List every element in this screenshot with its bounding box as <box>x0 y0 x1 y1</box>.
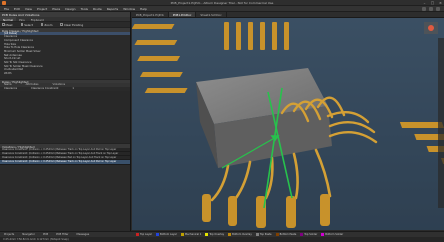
layer-label: Bottom Paste <box>279 232 297 236</box>
menu-window[interactable]: Window <box>123 7 135 11</box>
tab-flipboard[interactable]: Flipboard <box>28 17 47 22</box>
layer-tab[interactable]: Bottom Solder <box>321 232 344 236</box>
layer-tab[interactable]: Top Paste <box>255 232 272 236</box>
panel-tab-pcb[interactable]: PCB <box>39 233 52 236</box>
menu-reports[interactable]: Reports <box>107 7 119 11</box>
rule-violation-count: 1 <box>72 87 75 91</box>
layer-color-swatch <box>205 232 209 236</box>
mask-label: Mask <box>5 22 13 27</box>
layer-label: Top Paste <box>259 232 272 236</box>
view-cube-icon[interactable] <box>424 22 438 34</box>
user-icon[interactable] <box>436 7 440 11</box>
menu-design[interactable]: Design <box>65 7 75 11</box>
pcb-3d-scene <box>132 18 444 230</box>
layer-tab[interactable]: Bottom Overlay <box>228 232 252 236</box>
menu-edit[interactable]: Edit <box>14 7 20 11</box>
layer-tab[interactable]: Top Layer <box>136 232 152 236</box>
window-title: PCB_Project1.PrjPcb - Altium Designer Tr… <box>170 1 274 6</box>
layer-color-swatch <box>300 232 304 236</box>
zoom-label: Zoom <box>44 22 53 27</box>
tab-project[interactable]: PCB_Project1.PrjPcb <box>132 12 169 17</box>
menu-project[interactable]: Project <box>37 7 47 11</box>
layer-label: Mechanical 1 <box>184 232 202 236</box>
tab-schematic[interactable]: Sheet1.SchDoc <box>196 12 227 17</box>
zoom-option[interactable]: Zoom <box>40 22 53 27</box>
layer-label: Bottom Solder <box>325 232 344 236</box>
rules-violations-panel: PCB Rules And Violations Normal Pins Fli… <box>0 12 131 231</box>
menu-place[interactable]: Place <box>52 7 60 11</box>
layer-label: Bottom Layer <box>159 232 177 236</box>
pcb-3d-viewport[interactable] <box>132 18 444 230</box>
layer-label: Top Solder <box>304 232 318 236</box>
menu-file[interactable]: File <box>4 7 9 11</box>
menu-help[interactable]: Help <box>140 7 147 11</box>
panel-tab-pcb-filter[interactable]: PCB Filter <box>52 233 72 236</box>
tab-pcb-document[interactable]: PCB1.PcbDoc <box>168 12 197 17</box>
menu-view[interactable]: View <box>25 7 32 11</box>
rule-name: Clearance <box>4 87 18 91</box>
clear-existing-checkbox[interactable] <box>60 23 63 26</box>
notifications-icon[interactable] <box>429 7 433 11</box>
clear-existing-label: Clear Existing <box>63 22 84 27</box>
panel-tab-messages[interactable]: Messages <box>73 233 94 236</box>
layer-tab[interactable]: Mechanical 1 <box>180 232 202 236</box>
mask-option[interactable]: Mask <box>2 23 13 27</box>
panel-tab-projects[interactable]: Projects <box>0 233 18 236</box>
layer-label: Top Overlay <box>209 232 225 236</box>
panel-tab-navigator[interactable]: Navigator <box>18 233 39 236</box>
tab-pins[interactable]: Pins <box>16 17 28 22</box>
layer-color-swatch <box>255 232 259 236</box>
zoom-checkbox[interactable] <box>40 23 44 26</box>
menu-route[interactable]: Route <box>93 7 102 11</box>
layer-tab[interactable]: Bottom Layer <box>155 232 177 236</box>
coordinate-readout: X:25.4mm Y:50.8mm Grid: 0.127mm (Hotspot… <box>0 237 444 242</box>
layer-label: Top Layer <box>140 232 152 236</box>
mask-checkbox[interactable] <box>2 23 5 26</box>
list-item[interactable]: Width <box>0 72 130 76</box>
tab-normal[interactable]: Normal <box>0 17 17 22</box>
select-option[interactable]: Select <box>20 22 33 27</box>
violations-list: Clearance Constraint: (Collision < 0.254… <box>0 147 130 165</box>
layer-tab[interactable]: Top Overlay <box>205 232 225 236</box>
layer-color-swatch <box>180 232 184 236</box>
rule-classes-list: [All Rules] Clearance Component Clearanc… <box>0 31 130 76</box>
select-label: Select <box>24 22 33 27</box>
select-checkbox[interactable] <box>20 23 24 26</box>
layer-label: Bottom Overlay <box>232 232 252 236</box>
menu-tools[interactable]: Tools <box>81 7 88 11</box>
layer-color-swatch <box>228 232 232 236</box>
layer-color-swatch <box>321 232 325 236</box>
rules-table-empty-area <box>0 91 130 144</box>
viewport-scrollbar[interactable] <box>438 38 444 208</box>
rule-attributes: Clearance Constraint <box>31 87 59 91</box>
settings-icon[interactable] <box>422 7 426 11</box>
clear-existing-option[interactable]: Clear Existing <box>60 23 83 27</box>
layer-color-swatch <box>155 232 159 236</box>
layer-color-swatch <box>136 232 139 236</box>
layer-tab[interactable]: Bottom Paste <box>275 232 297 236</box>
layer-tab[interactable]: Top Solder <box>300 232 318 236</box>
layer-color-swatch <box>275 232 279 236</box>
violation-item[interactable]: Clearance Constraint: (Collision < 0.254… <box>0 160 130 165</box>
